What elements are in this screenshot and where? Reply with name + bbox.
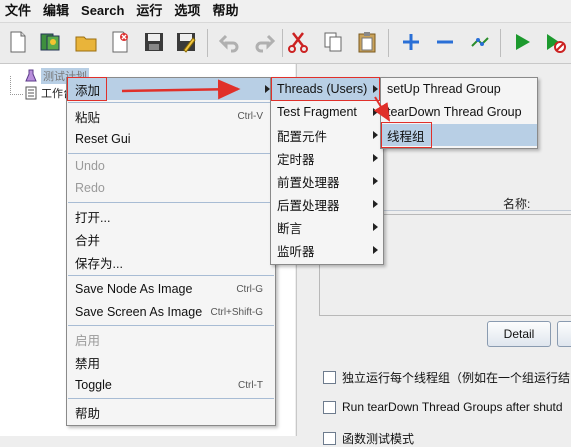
submenu-arrow-icon [373,108,378,116]
submenu-arrow-icon [373,85,378,93]
checkbox-label: 函数测试模式 [342,432,415,446]
test-plan-icon [25,69,37,82]
expand-icon[interactable] [397,28,425,56]
collapse-icon[interactable] [431,28,459,56]
submenu-item-post-processor[interactable]: 后置处理器 [271,193,383,215]
submenu-item-thread-group[interactable]: 线程组 [381,124,537,146]
submenu-arrow-icon [373,131,378,139]
submenu-arrow-icon [373,177,378,185]
menu-file[interactable]: 文件 [0,0,38,22]
submenu-arrow-icon [373,223,378,231]
close-file-icon[interactable] [106,28,134,56]
submenu-item-teardown-thread-group[interactable]: tearDown Thread Group [381,101,537,123]
tree-connector [10,76,23,95]
menu-item-add[interactable]: 添加 [67,78,275,100]
menu-item-undo[interactable]: Undo [67,155,275,177]
menu-item-save-node-image[interactable]: Save Node As Image Ctrl-G [67,278,275,300]
menu-options[interactable]: 选项 [169,0,207,22]
add-button[interactable] [557,321,571,347]
submenu-item-test-fragment[interactable]: Test Fragment [271,101,383,123]
cut-icon[interactable] [284,28,312,56]
run-groups-consecutively-checkbox[interactable]: 独立运行每个线程组（例如在一个组运行结 [323,369,570,386]
menu-bar: 文件 编辑 Search 运行 选项 帮助 [0,0,571,23]
menu-search[interactable]: Search [76,0,131,22]
checkbox-label: 独立运行每个线程组（例如在一个组运行结 [342,371,571,385]
undo-icon[interactable] [216,28,244,56]
context-menu: 添加 粘贴 Ctrl-V Reset Gui Undo Redo 打开... 合并… [66,77,276,426]
menu-item-toggle[interactable]: Toggle Ctrl-T [67,374,275,396]
run-teardown-checkbox[interactable]: Run tearDown Thread Groups after shutd [323,400,563,414]
save-icon[interactable] [140,28,168,56]
menu-item-save-screen-image[interactable]: Save Screen As Image Ctrl+Shift-G [67,301,275,323]
checkbox-box[interactable] [323,432,336,445]
save-as-icon[interactable] [172,28,200,56]
workbench-icon [25,86,37,100]
menu-item-redo[interactable]: Redo [67,177,275,199]
menu-item-help[interactable]: 帮助 [67,401,275,423]
menu-item-open[interactable]: 打开... [67,205,275,227]
redo-icon[interactable] [250,28,278,56]
submenu-arrow-icon [373,246,378,254]
threads-submenu: setUp Thread Group tearDown Thread Group… [380,77,538,149]
menu-edit[interactable]: 编辑 [38,0,76,22]
functional-mode-checkbox[interactable]: 函数测试模式 [323,430,414,447]
menu-item-merge[interactable]: 合并 [67,228,275,250]
paste-icon[interactable] [353,28,381,56]
open-folder-icon[interactable] [72,28,100,56]
menu-run[interactable]: 运行 [131,0,169,22]
add-submenu: Threads (Users) Test Fragment 配置元件 定时器 前… [270,77,384,265]
detail-button[interactable]: Detail [487,321,551,347]
submenu-item-config-element[interactable]: 配置元件 [271,124,383,146]
checkbox-label: Run tearDown Thread Groups after shutd [342,400,563,414]
checkbox-box[interactable] [323,400,336,414]
checkbox-box[interactable] [323,371,336,384]
menu-item-reset-gui[interactable]: Reset Gui [67,128,275,150]
submenu-arrow-icon [373,200,378,208]
menu-item-enable[interactable]: 启用 [67,328,275,350]
submenu-item-threads[interactable]: Threads (Users) [271,78,383,100]
submenu-item-assertion[interactable]: 断言 [271,216,383,238]
toggle-icon[interactable] [466,28,494,56]
submenu-item-listener[interactable]: 监听器 [271,239,383,261]
menu-item-save-as[interactable]: 保存为... [67,251,275,273]
submenu-item-pre-processor[interactable]: 前置处理器 [271,170,383,192]
menu-item-disable[interactable]: 禁用 [67,351,275,373]
templates-icon[interactable] [36,28,64,56]
toolbar [0,23,571,64]
submenu-arrow-icon [373,154,378,162]
menu-item-paste[interactable]: 粘贴 Ctrl-V [67,105,275,127]
new-file-icon[interactable] [4,28,32,56]
start-no-pause-icon[interactable] [541,28,569,56]
menu-help[interactable]: 帮助 [207,0,245,22]
submenu-item-setup-thread-group[interactable]: setUp Thread Group [381,78,537,100]
copy-icon[interactable] [319,28,347,56]
submenu-item-timer[interactable]: 定时器 [271,147,383,169]
start-icon[interactable] [508,28,536,56]
